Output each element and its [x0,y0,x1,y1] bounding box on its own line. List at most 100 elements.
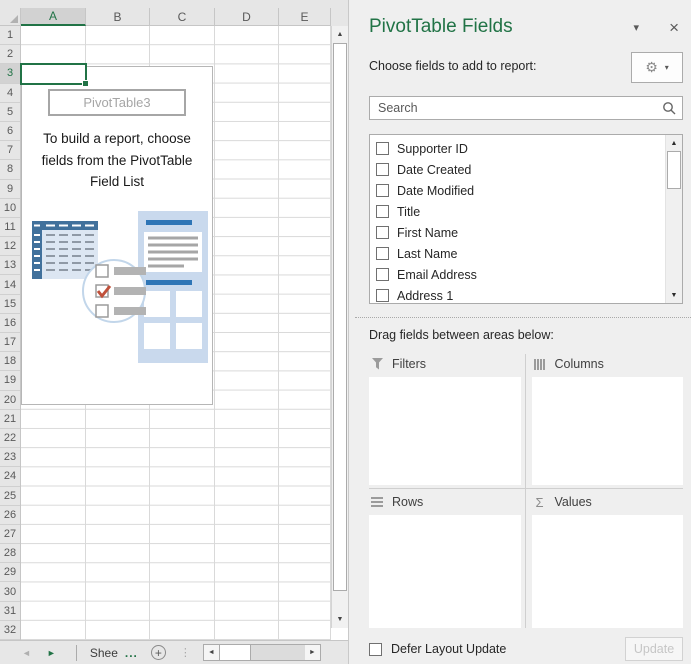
list-scroll-down-icon[interactable]: ▼ [666,287,682,303]
row-header-15[interactable]: 15 [0,295,20,314]
sheet-tab-bar: ◄ ► Shee ... + ⋮ ◄ ► [0,640,348,664]
row-header-25[interactable]: 25 [0,487,20,506]
pivot-placeholder-message: To build a report, choose fields from th… [30,128,204,193]
tools-button[interactable]: ⚙ ▾ [631,52,683,83]
row-header-20[interactable]: 20 [0,391,20,410]
field-item-date-modified[interactable]: Date Modified [376,180,682,201]
field-checkbox[interactable] [376,163,389,176]
field-item-last-name[interactable]: Last Name [376,243,682,264]
row-header-18[interactable]: 18 [0,352,20,371]
defer-layout-checkbox[interactable] [369,643,382,656]
row-numbers: 1234567891011121314151617181920212223242… [0,26,21,640]
area-name: Columns [555,357,604,371]
vertical-scrollbar-thumb[interactable] [333,43,347,591]
area-dropzone-rows[interactable] [369,515,521,628]
row-header-29[interactable]: 29 [0,563,20,582]
row-header-8[interactable]: 8 [0,160,20,179]
pane-separator [355,317,691,318]
gear-chevron-icon: ▾ [665,63,669,72]
choose-fields-label: Choose fields to add to report: [369,52,536,73]
list-scrollbar-track[interactable] [666,189,682,287]
row-header-3[interactable]: 3 [0,64,20,83]
horizontal-scrollbar-track[interactable] [251,645,305,660]
column-header-b[interactable]: B [86,8,150,26]
row-header-19[interactable]: 19 [0,371,20,390]
row-header-21[interactable]: 21 [0,410,20,429]
area-filters: Filters [369,354,521,485]
row-header-11[interactable]: 11 [0,218,20,237]
column-header-c[interactable]: C [150,8,215,26]
row-header-7[interactable]: 7 [0,141,20,160]
scroll-down-icon[interactable]: ▼ [332,611,348,628]
row-header-14[interactable]: 14 [0,275,20,294]
row-header-23[interactable]: 23 [0,448,20,467]
next-sheet-icon[interactable]: ► [47,648,56,658]
area-dropzone-columns[interactable] [532,377,684,485]
field-item-date-created[interactable]: Date Created [376,159,682,180]
row-header-26[interactable]: 26 [0,506,20,525]
field-item-supporter-id[interactable]: Supporter ID [376,138,682,159]
column-header-d[interactable]: D [215,8,279,26]
column-header-e[interactable]: E [279,8,331,26]
field-item-address-1[interactable]: Address 1 [376,285,682,304]
row-header-32[interactable]: 32 [0,621,20,640]
gear-icon: ⚙ [645,61,658,75]
areas-grid: FiltersColumnsRowsΣValues [369,354,683,628]
row-header-9[interactable]: 9 [0,180,20,199]
row-header-10[interactable]: 10 [0,199,20,218]
row-header-12[interactable]: 12 [0,237,20,256]
field-checkbox[interactable] [376,184,389,197]
field-checkbox[interactable] [376,226,389,239]
selected-cell-a3[interactable] [20,63,87,85]
list-scrollbar-thumb[interactable] [667,151,681,189]
select-all-corner[interactable] [0,8,21,26]
row-header-24[interactable]: 24 [0,467,20,486]
prev-sheet-icon[interactable]: ◄ [22,648,31,658]
field-item-title[interactable]: Title [376,201,682,222]
row-header-2[interactable]: 2 [0,45,20,64]
scroll-left-icon[interactable]: ◄ [204,645,219,660]
row-header-1[interactable]: 1 [0,26,20,45]
rows-icon [371,497,383,508]
add-sheet-button[interactable]: + [151,645,166,660]
search-input[interactable] [376,100,662,116]
row-header-5[interactable]: 5 [0,103,20,122]
horizontal-scrollbar-thumb[interactable] [219,645,251,660]
field-checkbox[interactable] [376,205,389,218]
row-header-28[interactable]: 28 [0,544,20,563]
vertical-scrollbar-track[interactable] [332,591,348,611]
row-header-27[interactable]: 27 [0,525,20,544]
field-checkbox[interactable] [376,142,389,155]
row-header-4[interactable]: 4 [0,84,20,103]
row-header-17[interactable]: 17 [0,333,20,352]
row-header-13[interactable]: 13 [0,256,20,275]
sheet-tab[interactable]: Shee [90,646,118,660]
field-list-scrollbar[interactable]: ▲ ▼ [665,135,682,303]
field-item-email-address[interactable]: Email Address [376,264,682,285]
row-header-16[interactable]: 16 [0,314,20,333]
field-item-first-name[interactable]: First Name [376,222,682,243]
area-dropzone-values[interactable] [532,515,684,628]
update-button[interactable]: Update [625,637,683,661]
field-checkbox[interactable] [376,289,389,302]
horizontal-scrollbar[interactable]: ◄ ► [203,644,321,661]
field-label: Supporter ID [397,142,468,156]
scroll-right-icon[interactable]: ► [305,645,320,660]
sheet-tab-ellipsis[interactable]: ... [125,646,138,660]
field-checkbox[interactable] [376,247,389,260]
vertical-scrollbar[interactable]: ▲ ▼ [331,26,348,628]
search-box[interactable] [369,96,683,120]
pane-options-chevron-icon[interactable]: ▾ [634,21,640,34]
area-label-columns: Columns [532,354,684,374]
pane-title: PivotTable Fields [369,16,513,38]
column-header-a[interactable]: A [21,8,86,26]
area-dropzone-filters[interactable] [369,377,521,485]
row-header-31[interactable]: 31 [0,602,20,621]
row-header-6[interactable]: 6 [0,122,20,141]
close-icon[interactable]: × [669,19,679,36]
list-scroll-up-icon[interactable]: ▲ [666,135,682,151]
field-checkbox[interactable] [376,268,389,281]
scroll-up-icon[interactable]: ▲ [332,26,348,43]
row-header-22[interactable]: 22 [0,429,20,448]
row-header-30[interactable]: 30 [0,582,20,601]
